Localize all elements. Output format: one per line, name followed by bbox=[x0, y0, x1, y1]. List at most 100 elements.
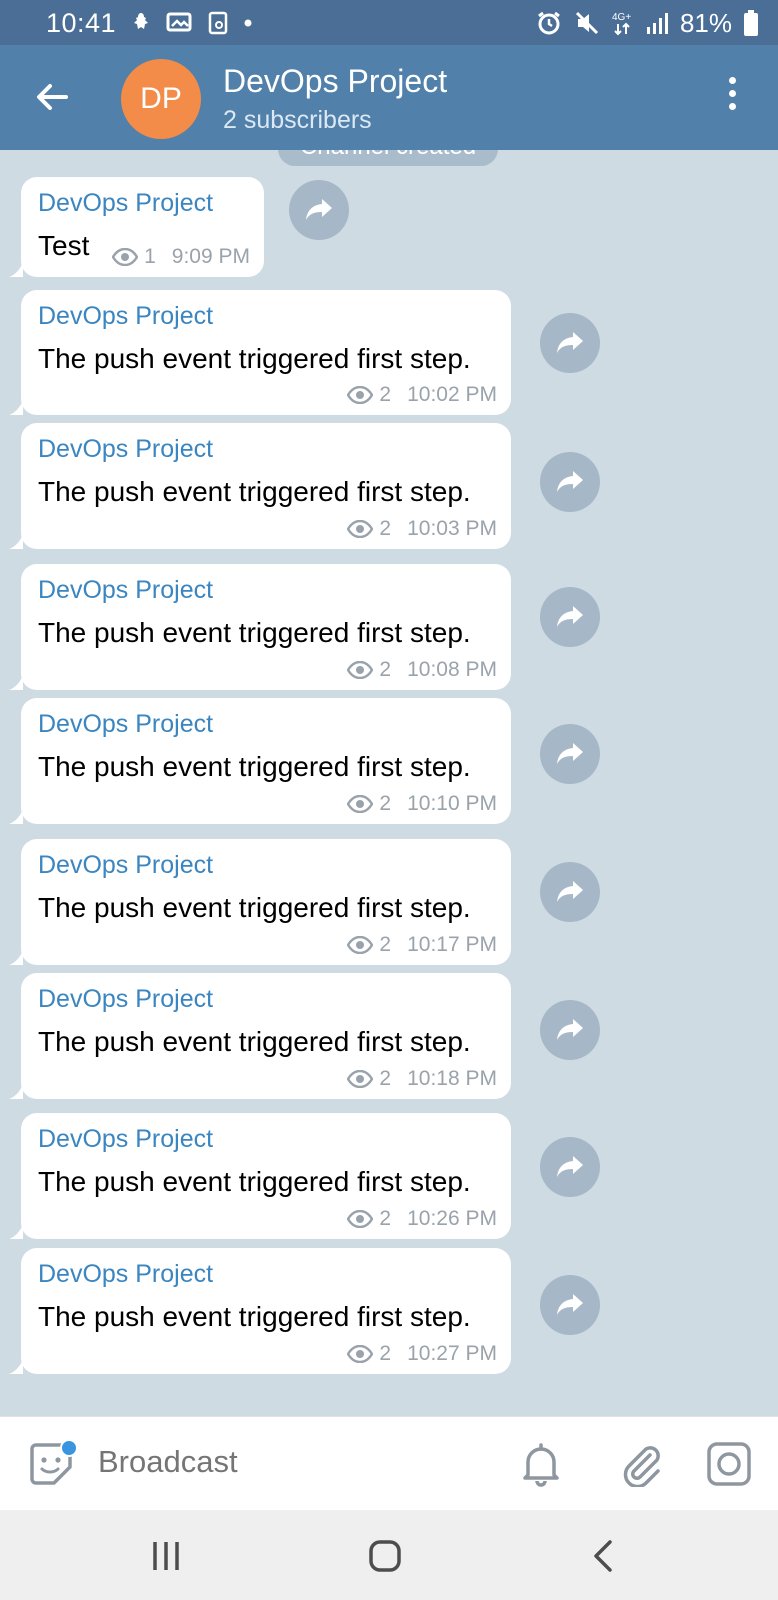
channel-title[interactable]: DevOps Project bbox=[223, 63, 447, 100]
svg-text:4G+: 4G+ bbox=[612, 12, 631, 23]
arrow-left-icon bbox=[37, 84, 68, 110]
message-sender[interactable]: DevOps Project bbox=[38, 576, 495, 605]
message-meta: 2 10:10 PM bbox=[347, 792, 497, 816]
share-arrow-icon bbox=[557, 743, 583, 764]
battery-icon bbox=[744, 10, 758, 36]
eye-icon bbox=[347, 386, 374, 404]
eye-icon bbox=[347, 936, 374, 954]
message-time: 10:10 PM bbox=[407, 792, 497, 815]
message-meta: 2 10:02 PM bbox=[347, 383, 497, 407]
message-sender[interactable]: DevOps Project bbox=[38, 851, 495, 880]
camera-icon bbox=[707, 1442, 751, 1486]
system-back-button[interactable] bbox=[582, 1534, 626, 1578]
broadcast-input[interactable] bbox=[98, 1444, 478, 1480]
message-text: The push event triggered first step. bbox=[38, 1026, 471, 1057]
paperclip-icon bbox=[623, 1446, 660, 1489]
share-button[interactable] bbox=[540, 452, 600, 512]
message-bubble[interactable]: DevOps Project The push event triggered f… bbox=[9, 564, 511, 690]
status-bar: 10:41 4G+ 81% bbox=[0, 0, 778, 45]
share-button[interactable] bbox=[540, 1137, 600, 1197]
message-text: The push event triggered first step. bbox=[38, 476, 471, 507]
message-meta: 2 10:27 PM bbox=[347, 1342, 497, 1366]
share-button[interactable] bbox=[289, 180, 349, 240]
share-button[interactable] bbox=[540, 724, 600, 784]
share-button[interactable] bbox=[540, 862, 600, 922]
bubble-tail bbox=[9, 1223, 23, 1239]
message-bubble[interactable]: DevOps Project The push event triggered f… bbox=[9, 839, 511, 965]
attach-button[interactable] bbox=[618, 1441, 664, 1489]
view-count: 2 bbox=[379, 1207, 392, 1230]
bubble-tail bbox=[9, 1358, 23, 1374]
share-arrow-icon bbox=[306, 199, 332, 220]
notification-app-icon bbox=[134, 13, 148, 29]
eye-icon bbox=[112, 248, 139, 266]
message-bubble[interactable]: DevOps Project The push event triggered f… bbox=[9, 423, 511, 549]
view-count: 2 bbox=[379, 933, 392, 956]
message-meta: 2 10:18 PM bbox=[347, 1067, 497, 1091]
message-time: 10:27 PM bbox=[407, 1342, 497, 1365]
signal-icon bbox=[646, 13, 668, 34]
message-bubble[interactable]: DevOps Project The push event triggered f… bbox=[9, 973, 511, 1099]
composer-bar bbox=[0, 1416, 778, 1510]
network-4g-icon: 4G+ bbox=[612, 12, 631, 36]
battery-percent: 81% bbox=[679, 7, 732, 38]
message-sender[interactable]: DevOps Project bbox=[38, 302, 495, 331]
share-button[interactable] bbox=[540, 313, 600, 373]
message-meta: 2 10:17 PM bbox=[347, 933, 497, 957]
chat-header: DP DevOps Project 2 subscribers bbox=[0, 45, 778, 150]
message-sender[interactable]: DevOps Project bbox=[38, 1260, 495, 1289]
service-message: Channel created bbox=[278, 150, 498, 166]
back-button[interactable] bbox=[30, 75, 74, 119]
message-bubble[interactable]: DevOps Project The push event triggered f… bbox=[9, 1248, 511, 1374]
chevron-left-icon bbox=[594, 1540, 612, 1572]
message-time: 10:26 PM bbox=[407, 1207, 497, 1230]
home-button[interactable] bbox=[363, 1534, 407, 1578]
bubble-tail bbox=[9, 674, 23, 690]
mute-icon bbox=[575, 11, 599, 35]
message-sender[interactable]: DevOps Project bbox=[38, 189, 248, 218]
share-button[interactable] bbox=[540, 1275, 600, 1335]
system-nav-bar bbox=[0, 1510, 778, 1600]
eye-icon bbox=[347, 1345, 374, 1363]
status-time: 10:41 bbox=[46, 8, 117, 38]
notification-icons bbox=[130, 8, 252, 38]
message-text: The push event triggered first step. bbox=[38, 892, 471, 923]
mute-toggle-button[interactable] bbox=[518, 1441, 564, 1487]
message-bubble[interactable]: DevOps Project The push event triggered f… bbox=[9, 1113, 511, 1239]
eye-icon bbox=[347, 661, 374, 679]
message-sender[interactable]: DevOps Project bbox=[38, 985, 495, 1014]
message-meta: 2 10:03 PM bbox=[347, 517, 497, 541]
message-list[interactable]: Channel created DevOps ProjectTest19:09 … bbox=[0, 150, 778, 1416]
message-sender[interactable]: DevOps Project bbox=[38, 710, 495, 739]
share-button[interactable] bbox=[540, 587, 600, 647]
avatar-initials: DP bbox=[140, 82, 182, 115]
message-time: 10:17 PM bbox=[407, 933, 497, 956]
eye-icon bbox=[347, 795, 374, 813]
message-text: The push event triggered first step. bbox=[38, 617, 471, 648]
system-icons: 4G+ 81% bbox=[536, 8, 758, 38]
message-sender[interactable]: DevOps Project bbox=[38, 435, 495, 464]
message-bubble[interactable]: DevOps Project The push event triggered f… bbox=[9, 290, 511, 415]
camera-button[interactable] bbox=[706, 1441, 752, 1487]
view-count: 2 bbox=[379, 1342, 392, 1365]
message-text: The push event triggered first step. bbox=[38, 343, 471, 374]
share-arrow-icon bbox=[557, 606, 583, 627]
more-vertical-icon bbox=[728, 77, 736, 84]
message-sender[interactable]: DevOps Project bbox=[38, 1125, 495, 1154]
channel-avatar[interactable]: DP bbox=[121, 59, 201, 139]
message-text: The push event triggered first step. bbox=[38, 1166, 471, 1197]
recent-apps-button[interactable] bbox=[146, 1534, 190, 1578]
message-text: The push event triggered first step. bbox=[38, 751, 471, 782]
view-count: 2 bbox=[379, 383, 392, 406]
more-menu-button[interactable] bbox=[722, 77, 742, 117]
new-sticker-badge bbox=[60, 1439, 78, 1457]
message-text: The push event triggered first step. bbox=[38, 1301, 471, 1332]
message-time: 9:09 PM bbox=[171, 245, 250, 268]
message-bubble[interactable]: DevOps Project The push event triggered f… bbox=[9, 698, 511, 824]
view-count: 2 bbox=[379, 658, 392, 681]
bubble-tail bbox=[9, 949, 23, 965]
bubble-tail bbox=[9, 808, 23, 824]
message-bubble[interactable]: DevOps Project Test 1 9:09 PM bbox=[9, 177, 264, 277]
bubble-tail bbox=[9, 261, 23, 277]
share-button[interactable] bbox=[540, 1000, 600, 1060]
